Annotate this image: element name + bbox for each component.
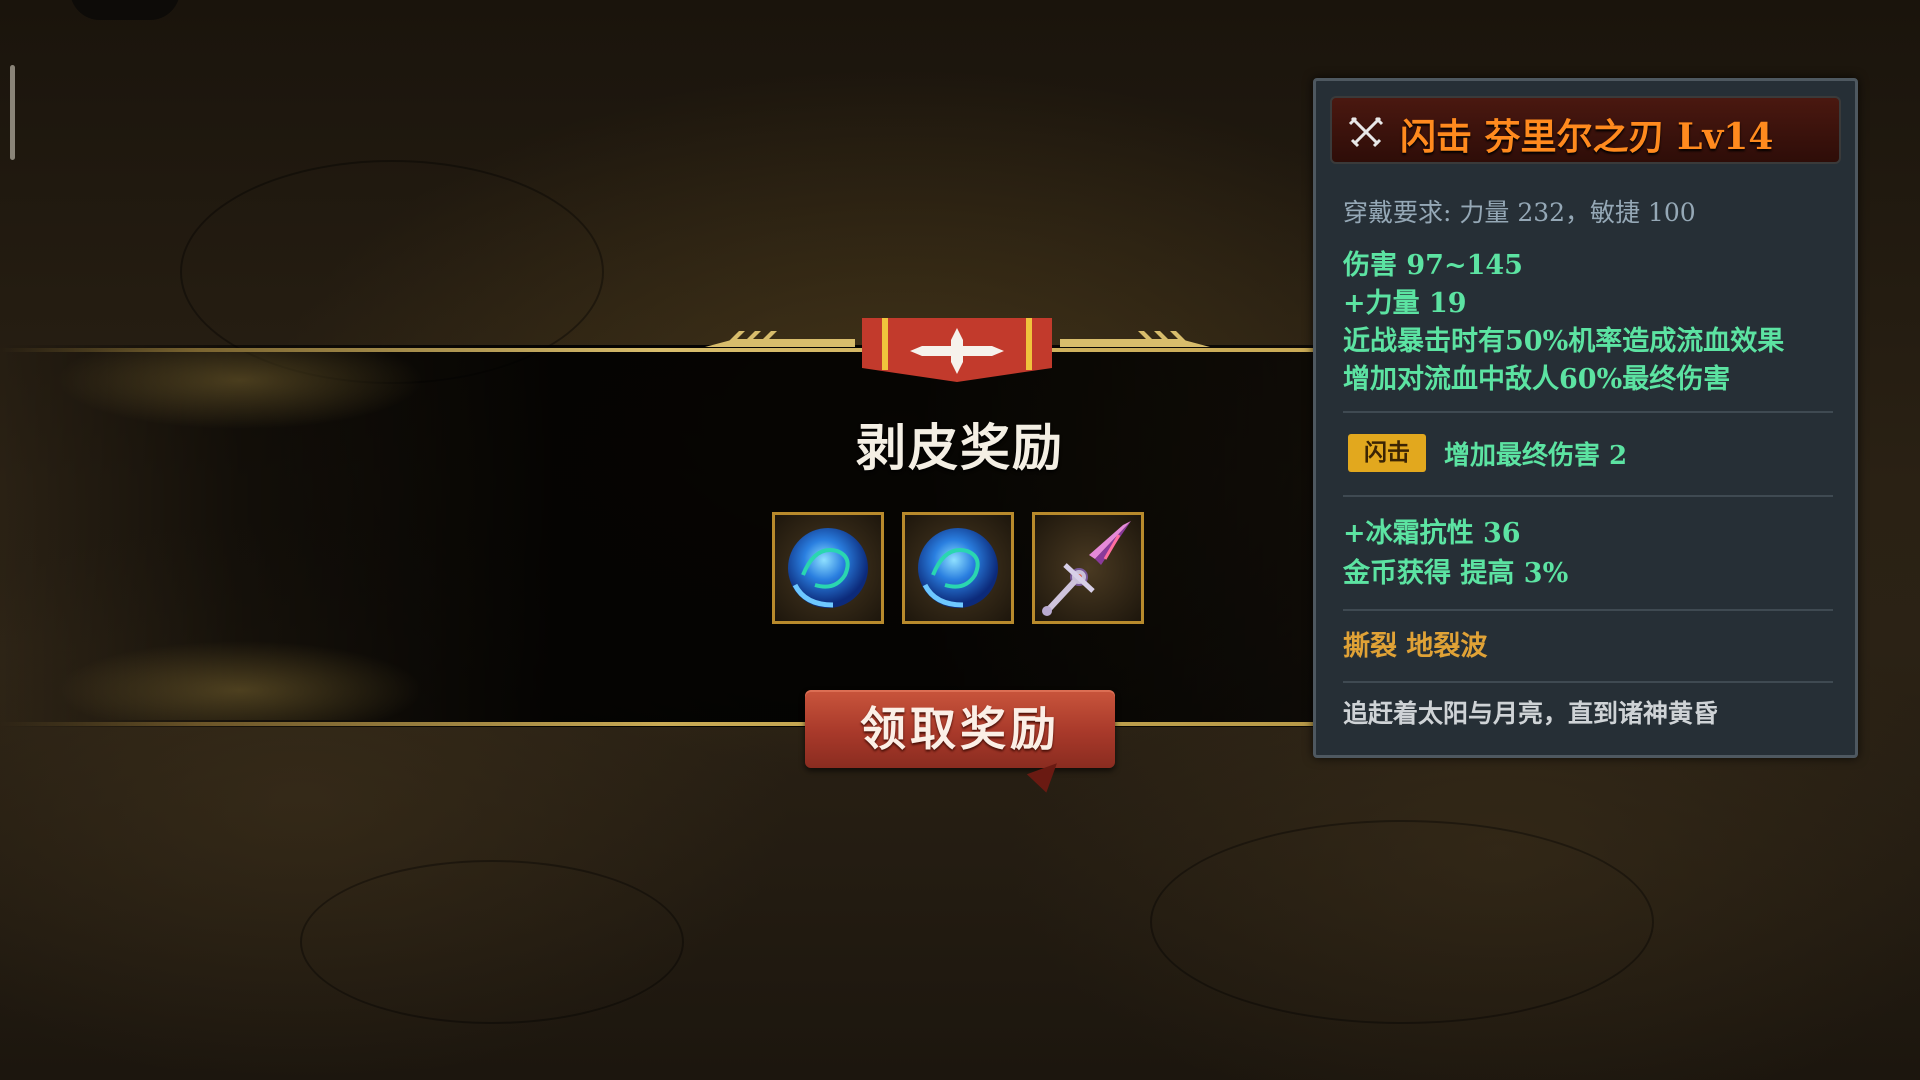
wear-requirement: 穿戴要求: 力量 232，敏捷 100 — [1343, 198, 1696, 227]
item-tooltip-header: 闪击 芬里尔之刃 Lv14 — [1330, 96, 1841, 164]
skill-bonus: 增加最终伤害 2 — [1444, 441, 1628, 471]
stat-line: 金币获得 提高 3% — [1343, 558, 1569, 589]
banner-border-bottom — [0, 722, 1320, 726]
flavor-text: 追赶着太阳与月亮，直到诸神黄昏 — [1343, 699, 1719, 728]
stat-line: 增加对流血中敌人60%最终伤害 — [1343, 364, 1731, 395]
blue-orb-icon — [788, 528, 868, 608]
reward-slot[interactable] — [1032, 512, 1144, 624]
stat-line: 近战暴击时有50%机率造成流血效果 — [1343, 326, 1785, 357]
crossed-swords-icon — [1348, 116, 1384, 148]
stat-line: 伤害 97~145 — [1343, 250, 1523, 281]
claim-reward-button[interactable]: 领取奖励 — [805, 690, 1115, 768]
reward-slot[interactable] — [772, 512, 884, 624]
scroll-indicator — [10, 65, 15, 160]
passive-skills: 撕裂 地裂波 — [1343, 631, 1488, 662]
background-crack — [1150, 820, 1654, 1024]
divider — [1343, 609, 1833, 611]
banner-border-top — [0, 348, 1320, 352]
skill-tag: 闪击 — [1348, 434, 1426, 472]
background-rock — [70, 0, 180, 20]
divider — [1343, 411, 1833, 413]
banner-glow — [40, 350, 560, 720]
item-name: 闪击 芬里尔之刃 Lv14 — [1400, 116, 1774, 158]
cross-crest-icon — [862, 318, 1052, 382]
divider — [1343, 681, 1833, 683]
background-crack — [300, 860, 684, 1024]
divider — [1343, 495, 1833, 497]
banner-ornament-right — [1060, 331, 1210, 347]
banner-ornament-left — [705, 331, 855, 347]
reward-title: 剥皮奖励 — [856, 418, 1064, 477]
item-tooltip-panel: 闪击 芬里尔之刃 Lv14 穿戴要求: 力量 232，敏捷 100 伤害 97~… — [1313, 78, 1858, 758]
stat-line: +冰霜抗性 36 — [1343, 518, 1521, 549]
sword-icon — [1042, 521, 1131, 616]
blue-orb-icon — [918, 528, 998, 608]
stat-line: +力量 19 — [1343, 288, 1467, 319]
button-decoration — [1026, 763, 1066, 797]
reward-slot[interactable] — [902, 512, 1014, 624]
